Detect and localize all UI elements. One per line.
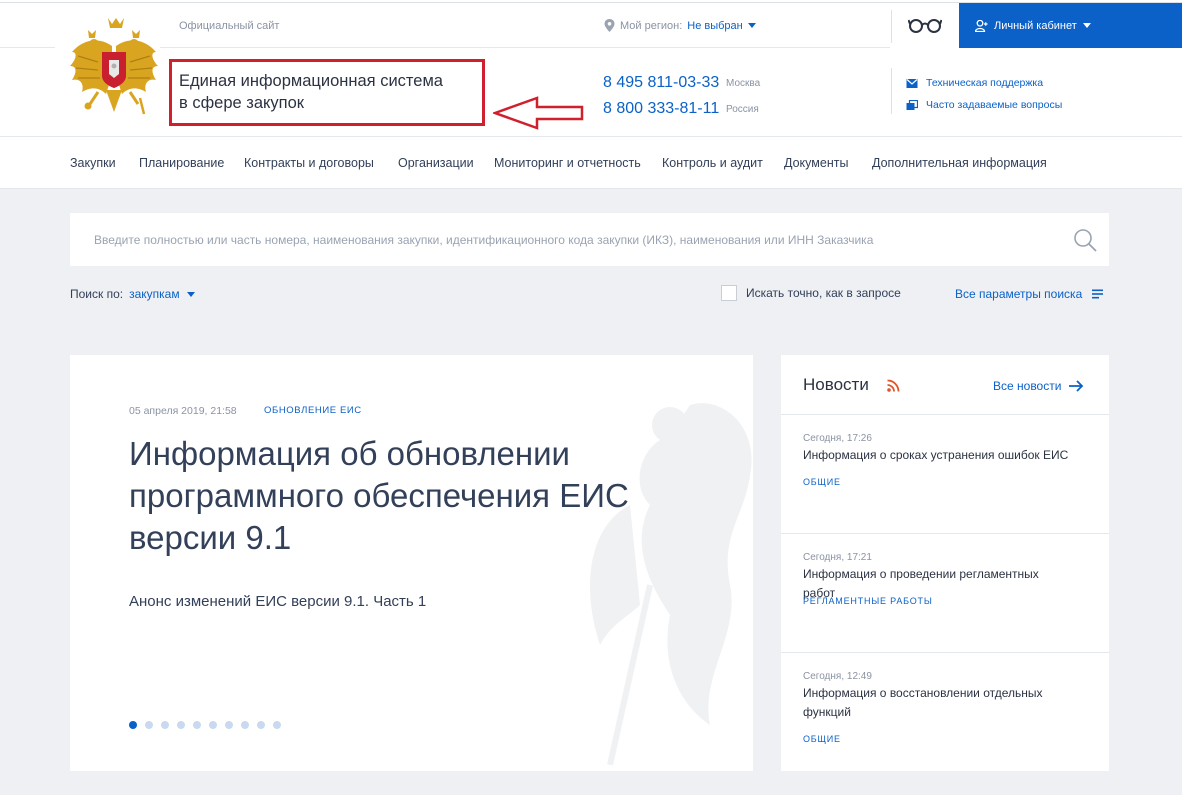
faq-icon [906,99,918,110]
faq-label: Часто задаваемые вопросы [926,99,1063,111]
divider [891,10,892,43]
featured-date: 05 апреля 2019, 21:58 [129,405,237,417]
nav-item-monitoring[interactable]: Мониторинг и отчетность [494,156,641,170]
exact-search-option[interactable]: Искать точно, как в запросе [721,285,901,301]
site-title[interactable]: Единая информационная система в сфере за… [179,70,479,114]
exact-search-checkbox[interactable] [721,285,737,301]
rss-icon[interactable] [887,379,900,392]
carousel-dot[interactable] [273,721,281,729]
news-tag[interactable]: ОБЩИЕ [803,734,841,744]
news-time: Сегодня, 17:21 [803,552,872,563]
phone-city-moscow: Москва [726,78,761,89]
all-search-params-label: Все параметры поиска [955,287,1083,301]
divider [891,68,892,114]
exact-search-label: Искать точно, как в запросе [746,286,901,300]
nav-item-documents[interactable]: Документы [784,156,848,170]
region-value[interactable]: Не выбран [687,20,742,32]
phone-city-russia: Россия [726,104,759,115]
all-news-link[interactable]: Все новости [993,379,1084,393]
arrow-right-icon [1069,380,1084,392]
low-vision-glasses-icon[interactable] [908,16,942,34]
tech-support-label: Техническая поддержка [926,77,1044,89]
official-site-label: Официальный сайт [179,20,280,32]
coat-of-arms-logo[interactable] [68,16,160,118]
featured-subtitle: Анонс изменений ЕИС версии 9.1. Часть 1 [129,593,427,610]
all-search-params-link[interactable]: Все параметры поиска [955,287,1104,301]
nav-item-purchases[interactable]: Закупки [70,156,116,170]
news-tag[interactable]: ОБЩИЕ [803,477,841,487]
carousel-dot[interactable] [145,721,153,729]
search-bar [70,213,1109,266]
search-by-value[interactable]: закупкам [129,287,180,301]
search-by-label: Поиск по: [70,287,124,301]
chevron-down-icon [186,292,195,298]
chevron-down-icon [1082,23,1091,28]
region-label: Мой регион: [620,19,683,32]
news-text[interactable]: Информация о восстановлении отдельных фу… [803,684,1063,722]
location-pin-icon [604,19,615,32]
carousel-dot[interactable] [193,721,201,729]
carousel-dot[interactable] [177,721,185,729]
featured-news-card[interactable]: 05 апреля 2019, 21:58 ОБНОВЛЕНИЕ ЕИС Инф… [70,355,753,771]
search-by-selector: Поиск по: закупкам [70,287,195,301]
carousel-dot[interactable] [225,721,233,729]
search-icon[interactable] [1073,228,1097,252]
news-item[interactable]: Сегодня, 17:21 Информация о проведении р… [781,533,1109,652]
main-navigation: Закупки Планирование Контракты и договор… [0,137,1200,189]
carousel-dot[interactable] [241,721,249,729]
news-heading: Новости [803,375,869,394]
site-title-line1: Единая информационная система [179,72,443,90]
news-item[interactable]: Сегодня, 17:26 Информация о сроках устра… [781,414,1109,533]
carousel-dot[interactable] [129,721,137,729]
filter-list-icon [1092,289,1104,299]
news-tag[interactable]: РЕГЛАМЕНТНЫЕ РАБОТЫ [803,596,933,606]
news-text[interactable]: Информация о сроках устранения ошибок ЕИ… [803,446,1073,465]
featured-title[interactable]: Информация об обновлении программного об… [129,433,689,559]
page-edge [1182,0,1200,795]
news-item[interactable]: Сегодня, 12:49 Информация о восстановлен… [781,652,1109,771]
nav-item-control[interactable]: Контроль и аудит [662,156,763,170]
carousel-dot[interactable] [257,721,265,729]
nav-item-contracts[interactable]: Контракты и договоры [244,156,374,170]
personal-account-button[interactable]: Личный кабинет [959,3,1182,48]
featured-category[interactable]: ОБНОВЛЕНИЕ ЕИС [264,405,362,416]
carousel-dot[interactable] [161,721,169,729]
tech-support-link[interactable]: Техническая поддержка [906,77,1043,89]
news-time: Сегодня, 12:49 [803,671,872,682]
nav-item-additional-info[interactable]: Дополнительная информация [872,156,1047,170]
carousel-pagination [129,721,281,729]
chevron-down-icon [747,23,756,28]
faq-link[interactable]: Часто задаваемые вопросы [906,99,1062,111]
site-title-line2: в сфере закупок [179,94,305,112]
nav-item-organizations[interactable]: Организации [398,156,474,170]
news-time: Сегодня, 17:26 [803,433,872,444]
user-icon [975,19,988,32]
search-input[interactable] [70,213,1060,266]
personal-account-label: Личный кабинет [994,19,1077,32]
nav-item-planning[interactable]: Планирование [139,156,224,170]
annotation-arrow-icon [493,96,584,130]
mail-icon [906,78,918,88]
carousel-dot[interactable] [209,721,217,729]
region-selector[interactable]: Мой регион: Не выбран [604,19,756,32]
all-news-label: Все новости [993,379,1062,393]
phone-moscow[interactable]: 8 495 811-03-33 [603,74,719,92]
phone-russia[interactable]: 8 800 333-81-11 [603,100,719,118]
news-panel: Новости Все новости Сегодня, 17:26 Инфор… [781,355,1109,771]
